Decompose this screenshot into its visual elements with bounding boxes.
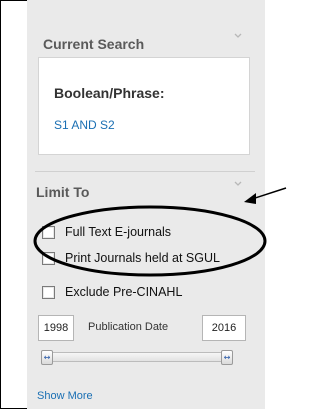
- limit-option-print-journals[interactable]: Print Journals held at SGUL: [42, 249, 220, 267]
- publication-date-row: 1998 Publication Date 2016: [38, 315, 250, 343]
- limit-option-exclude-pre-cinahl[interactable]: Exclude Pre-CINAHL: [42, 283, 182, 301]
- current-search-heading: Current Search: [43, 36, 145, 52]
- show-more-link[interactable]: Show More: [37, 390, 93, 402]
- double-arrow-icon[interactable]: ↔: [221, 350, 233, 365]
- current-search-box: Boolean/Phrase: S1 AND S2: [38, 57, 250, 155]
- chevron-down-icon[interactable]: [233, 32, 243, 40]
- publication-date-label: Publication Date: [88, 321, 169, 333]
- full-text-label: Full Text E-journals: [65, 225, 172, 239]
- search-query-link[interactable]: S1 AND S2: [54, 118, 115, 132]
- exclude-pre-cinahl-label: Exclude Pre-CINAHL: [65, 285, 183, 299]
- print-journals-checkbox[interactable]: [42, 251, 55, 265]
- full-text-checkbox[interactable]: [42, 225, 55, 239]
- date-from-input[interactable]: 1998: [38, 315, 74, 341]
- limit-option-full-text[interactable]: Full Text E-journals: [42, 223, 171, 241]
- print-journals-label: Print Journals held at SGUL: [65, 251, 220, 265]
- double-arrow-icon[interactable]: ↔: [41, 350, 53, 365]
- page-background-strip: [265, 0, 288, 409]
- limit-to-heading: Limit To: [36, 184, 90, 200]
- exclude-pre-cinahl-checkbox[interactable]: [42, 285, 55, 299]
- chevron-down-icon[interactable]: [233, 180, 243, 188]
- section-divider: [35, 171, 255, 172]
- boolean-phrase-label: Boolean/Phrase:: [54, 85, 165, 101]
- date-range-slider[interactable]: ↔ ↔: [41, 350, 233, 365]
- date-to-input[interactable]: 2016: [202, 315, 246, 341]
